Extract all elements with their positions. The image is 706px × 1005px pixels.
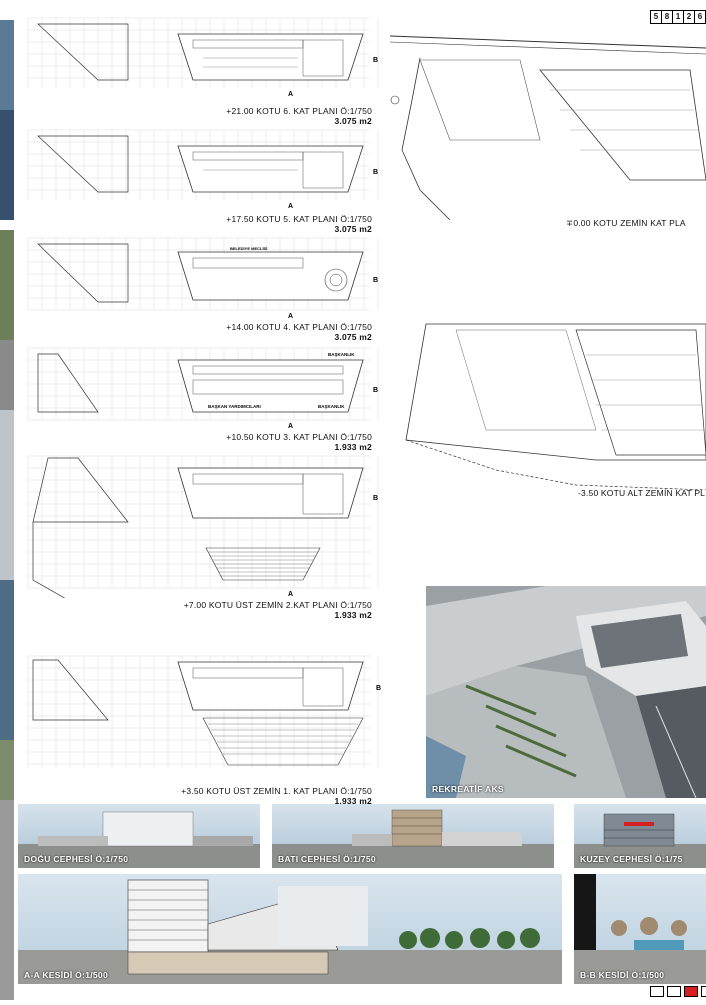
- west-elevation-label: BATI CEPHESİ Ö:1/750: [278, 854, 376, 864]
- floor3-title: +10.50 KOTU 3. KAT PLANI Ö:1/750: [226, 432, 372, 442]
- sheet-digit: 8: [662, 11, 673, 23]
- west-elevation-panel: BATI CEPHESİ Ö:1/750: [272, 804, 554, 868]
- svg-text:A: A: [288, 423, 293, 430]
- floor2-title: +7.00 KOTU ÜST ZEMİN 2.KAT PLANI Ö:1/750: [183, 600, 372, 610]
- sheet-digit: 2: [684, 11, 695, 23]
- floor2-area: 1.933 m2: [334, 610, 372, 620]
- sheet-index-box: [667, 986, 681, 997]
- presidency-label-bottom: BAŞKANLIK: [318, 404, 345, 409]
- sheet-number-badge: 5 8 1 2 6: [650, 10, 706, 24]
- render-label: REKREATİF AKS: [432, 784, 504, 794]
- svg-text:A: A: [288, 203, 293, 210]
- basement-plan-caption: -3.50 KOTU ALT ZEMİN KAT PL: [578, 488, 706, 498]
- floor5-plan-drawing: B A: [18, 124, 390, 210]
- svg-text:B: B: [373, 169, 378, 176]
- basement-plan-drawing: [396, 310, 706, 490]
- floor6-plan-caption: +21.00 KOTU 6. KAT PLANI Ö:1/750 3.075 m…: [200, 106, 372, 126]
- presidency-label-top: BAŞKANLIK: [328, 352, 355, 357]
- floor4-area: 3.075 m2: [334, 332, 372, 342]
- floor4-title: +14.00 KOTU 4. KAT PLANI Ö:1/750: [226, 322, 372, 332]
- floor5-plan-caption: +17.50 KOTU 5. KAT PLANI Ö:1/750 3.075 m…: [200, 214, 372, 234]
- ground-plan-caption: ∓0.00 KOTU ZEMİN KAT PLA: [566, 218, 706, 228]
- adjacent-sheet-strip: [0, 0, 14, 1000]
- floor3-plan-drawing: BAŞKANLIK BAŞKAN YARDIMCILARI BAŞKANLIK …: [18, 342, 390, 430]
- adjacent-sheet-graphic: [0, 20, 14, 1000]
- floor2-plan-drawing: B A: [18, 450, 390, 598]
- section-bb-panel: B-B KESİDİ Ö:1/500: [574, 874, 706, 984]
- floor5-title: +17.50 KOTU 5. KAT PLANI Ö:1/750: [226, 214, 372, 224]
- section-aa-label: A-A KESİDİ Ö:1/500: [24, 970, 108, 980]
- council-hall-label: BELEDİYE MECLİSİ: [230, 246, 267, 251]
- svg-text:B: B: [373, 277, 378, 284]
- deputy-mayors-label: BAŞKAN YARDIMCILARI: [208, 404, 261, 409]
- floor4-plan-caption: +14.00 KOTU 4. KAT PLANI Ö:1/750 3.075 m…: [200, 322, 372, 342]
- east-elevation-label: DOĞU CEPHESİ Ö:1/750: [24, 854, 129, 864]
- svg-text:A: A: [288, 591, 293, 598]
- sheet-index-boxes: [650, 986, 706, 997]
- floor2-plan-caption: +7.00 KOTU ÜST ZEMİN 2.KAT PLANI Ö:1/750…: [180, 600, 372, 620]
- floor4-plan-drawing: BELEDİYE MECLİSİ B A: [18, 232, 390, 320]
- recreational-axis-render: REKREATİF AKS: [426, 586, 706, 798]
- floor6-title: +21.00 KOTU 6. KAT PLANI Ö:1/750: [226, 106, 372, 116]
- sheet-digit: 6: [697, 12, 703, 21]
- north-elevation-label: KUZEY CEPHESİ Ö:1/75: [580, 854, 683, 864]
- east-elevation-panel: DOĞU CEPHESİ Ö:1/750: [18, 804, 260, 868]
- svg-text:B: B: [373, 387, 378, 394]
- svg-text:B: B: [376, 685, 381, 692]
- svg-text:A: A: [288, 313, 293, 320]
- sheet-digit: 5: [651, 11, 662, 23]
- sheet-index-box: [701, 986, 706, 997]
- north-elevation-panel: KUZEY CEPHESİ Ö:1/75: [574, 804, 706, 868]
- floor1-plan-caption: +3.50 KOTU ÜST ZEMİN 1. KAT PLANI Ö:1/75…: [170, 786, 372, 806]
- sheet-digit: 1: [673, 11, 684, 23]
- sheet-index-box-active: [684, 986, 698, 997]
- svg-text:B: B: [373, 495, 378, 502]
- section-bb-label: B-B KESİDİ Ö:1/500: [580, 970, 665, 980]
- ground-plan-drawing: [390, 30, 706, 220]
- floor1-title: +3.50 KOTU ÜST ZEMİN 1. KAT PLANI Ö:1/75…: [181, 786, 372, 796]
- ground-title: ∓0.00 KOTU ZEMİN KAT PLA: [566, 218, 686, 228]
- svg-text:B: B: [373, 57, 378, 64]
- floor6-plan-drawing: B A: [18, 12, 390, 98]
- section-aa-panel: A-A KESİDİ Ö:1/500: [18, 874, 562, 984]
- floor1-plan-drawing: B: [18, 650, 390, 778]
- basement-title: -3.50 KOTU ALT ZEMİN KAT PL: [578, 488, 706, 498]
- svg-text:A: A: [288, 91, 293, 98]
- sheet-index-box: [650, 986, 664, 997]
- floor3-plan-caption: +10.50 KOTU 3. KAT PLANI Ö:1/750 1.933 m…: [200, 432, 372, 452]
